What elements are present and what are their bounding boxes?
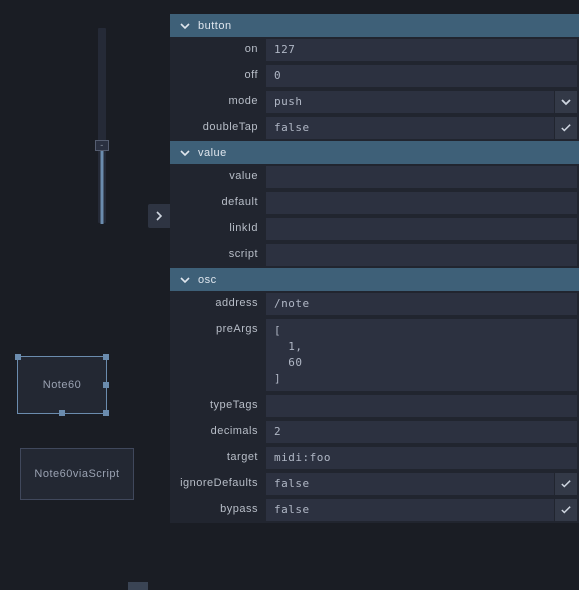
row-mode: mode push — [170, 89, 579, 115]
selection-handle[interactable] — [103, 382, 109, 388]
label-ignoredefaults: ignoreDefaults — [170, 471, 266, 497]
label-bypass: bypass — [170, 497, 266, 523]
label-off: off — [170, 63, 266, 89]
section-title: button — [198, 20, 232, 32]
input-off[interactable]: 0 — [266, 65, 577, 87]
mode-dropdown-button[interactable] — [555, 91, 577, 113]
widget-note60[interactable]: Note60 — [17, 356, 107, 414]
row-decimals: decimals 2 — [170, 419, 579, 445]
row-linkid: linkId — [170, 216, 579, 242]
check-icon — [561, 505, 571, 515]
label-default: default — [170, 190, 266, 216]
panel-collapse-toggle[interactable] — [148, 204, 170, 228]
selection-handle[interactable] — [103, 410, 109, 416]
section-header-value[interactable]: value — [170, 141, 579, 164]
row-default: default — [170, 190, 579, 216]
label-script: script — [170, 242, 266, 268]
properties-panel: button on 127 off 0 mode push doubleTap … — [170, 0, 579, 580]
chevron-down-icon — [561, 97, 571, 107]
selection-handle[interactable] — [15, 354, 21, 360]
input-decimals[interactable]: 2 — [266, 421, 577, 443]
label-value: value — [170, 164, 266, 190]
label-mode: mode — [170, 89, 266, 115]
section-title: osc — [198, 274, 217, 286]
label-doubletap: doubleTap — [170, 115, 266, 141]
chevron-down-icon — [180, 148, 190, 158]
check-icon — [561, 123, 571, 133]
widget-note60via-label: Note60viaScript — [34, 468, 119, 480]
check-icon — [561, 479, 571, 489]
label-decimals: decimals — [170, 419, 266, 445]
input-value[interactable] — [266, 166, 577, 188]
row-preargs: preArgs [ 1, 60 ] — [170, 317, 579, 393]
row-off: off 0 — [170, 63, 579, 89]
label-target: target — [170, 445, 266, 471]
scrollbar-thumb[interactable] — [128, 582, 148, 590]
fader-widget[interactable] — [98, 28, 106, 223]
row-target: target midi:foo — [170, 445, 579, 471]
input-address[interactable]: /note — [266, 293, 577, 315]
row-address: address /note — [170, 291, 579, 317]
label-on: on — [170, 37, 266, 63]
input-script[interactable] — [266, 244, 577, 266]
widget-note60viascript[interactable]: Note60viaScript — [20, 448, 134, 500]
row-ignoredefaults: ignoreDefaults false — [170, 471, 579, 497]
fader-knob[interactable] — [95, 140, 109, 151]
doubletap-toggle[interactable] — [555, 117, 577, 139]
input-default[interactable] — [266, 192, 577, 214]
section-title: value — [198, 147, 227, 159]
row-bypass: bypass false — [170, 497, 579, 523]
row-value: value — [170, 164, 579, 190]
label-typetags: typeTags — [170, 393, 266, 419]
chevron-down-icon — [180, 275, 190, 285]
ignoredefaults-toggle[interactable] — [555, 473, 577, 495]
input-typetags[interactable] — [266, 395, 577, 417]
chevron-down-icon — [180, 21, 190, 31]
section-header-osc[interactable]: osc — [170, 268, 579, 291]
label-linkid: linkId — [170, 216, 266, 242]
section-header-button[interactable]: button — [170, 14, 579, 37]
input-preargs[interactable]: [ 1, 60 ] — [266, 319, 577, 391]
row-doubletap: doubleTap false — [170, 115, 579, 141]
input-doubletap[interactable]: false — [266, 117, 554, 139]
label-address: address — [170, 291, 266, 317]
fader-fill — [101, 144, 104, 224]
input-target[interactable]: midi:foo — [266, 447, 577, 469]
row-typetags: typeTags — [170, 393, 579, 419]
label-preargs: preArgs — [170, 317, 266, 393]
input-ignoredefaults[interactable]: false — [266, 473, 554, 495]
widget-note60-label: Note60 — [43, 379, 81, 391]
input-linkid[interactable] — [266, 218, 577, 240]
selection-handle[interactable] — [103, 354, 109, 360]
canvas-area[interactable]: Note60 Note60viaScript — [0, 0, 148, 590]
input-bypass[interactable]: false — [266, 499, 554, 521]
row-script: script — [170, 242, 579, 268]
row-on: on 127 — [170, 37, 579, 63]
input-on[interactable]: 127 — [266, 39, 577, 61]
chevron-right-icon — [154, 211, 164, 221]
horizontal-scrollbar[interactable] — [0, 582, 148, 590]
bypass-toggle[interactable] — [555, 499, 577, 521]
selection-handle[interactable] — [59, 410, 65, 416]
select-mode[interactable]: push — [266, 91, 554, 113]
